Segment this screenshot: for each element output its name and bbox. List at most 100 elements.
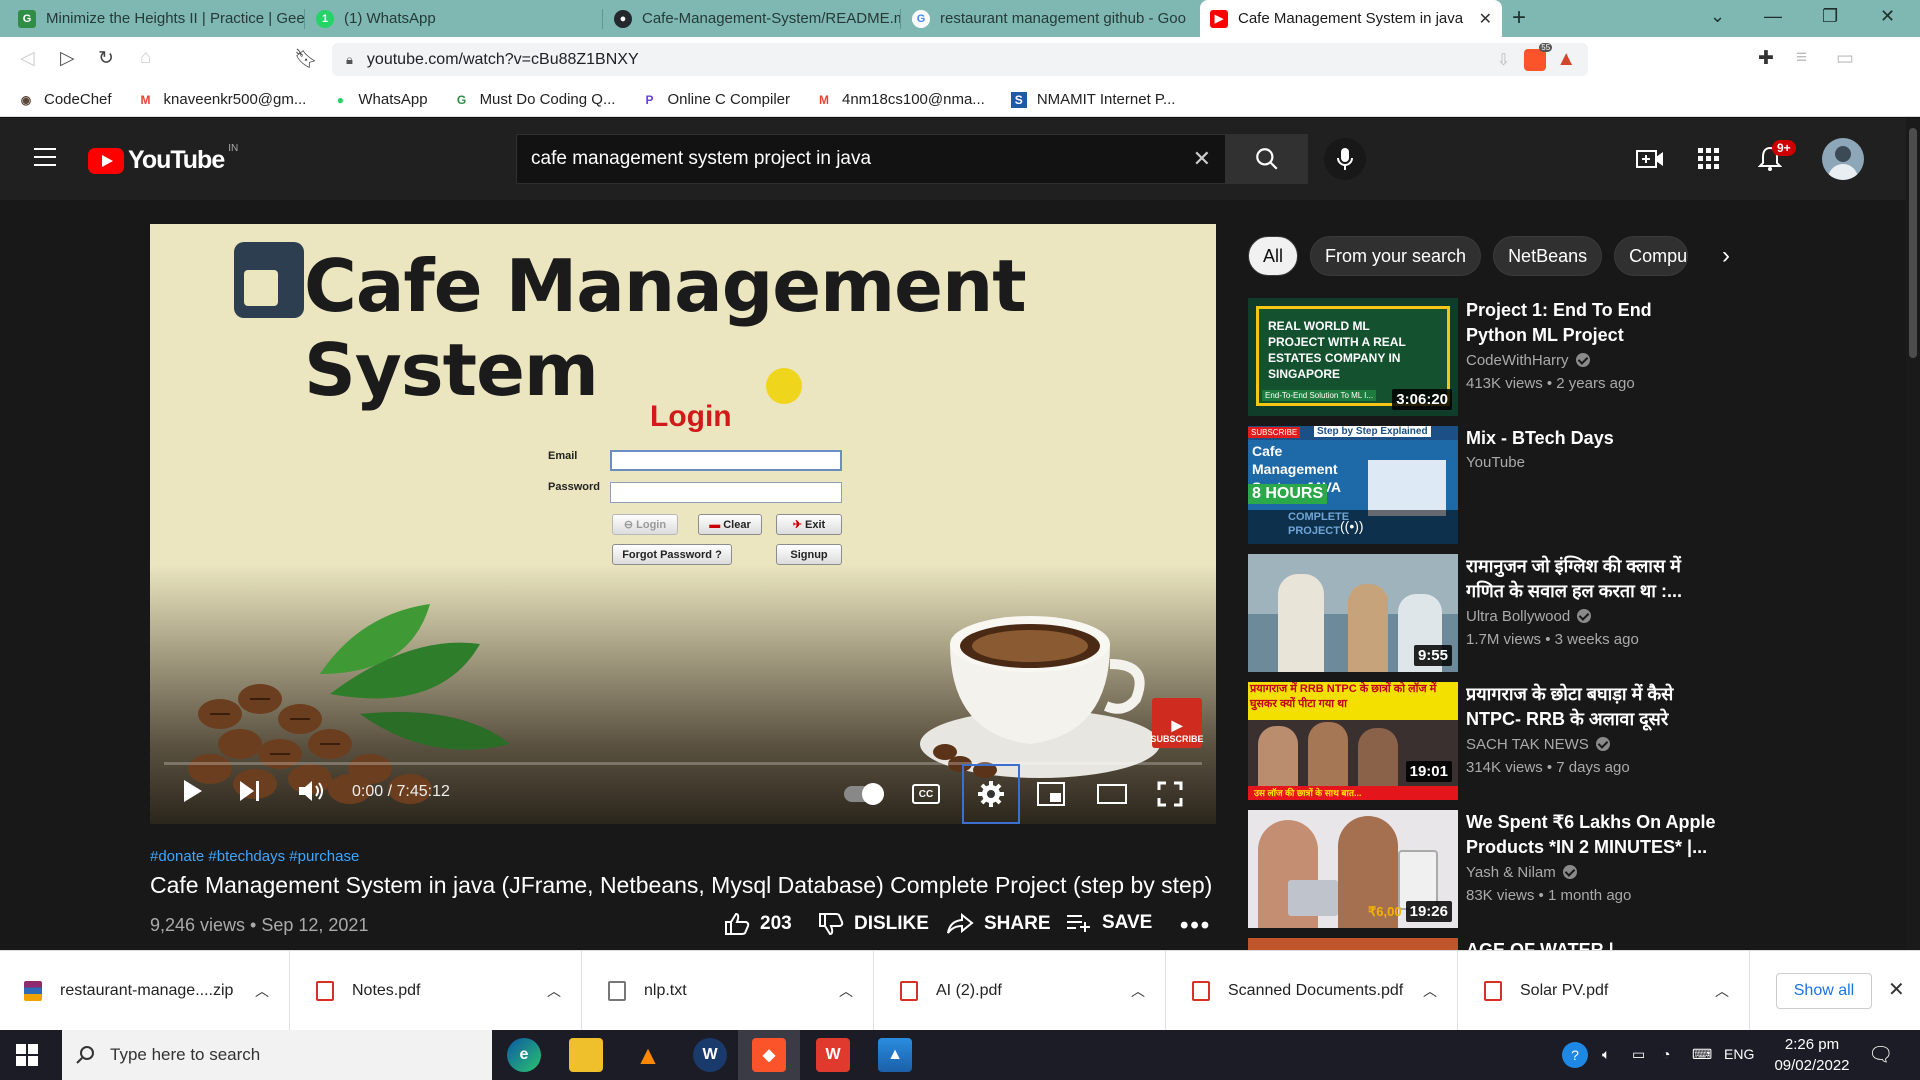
brave-rewards-icon[interactable]: ▲	[1556, 48, 1576, 71]
install-icon[interactable]: ⇩	[1497, 50, 1510, 70]
share-button[interactable]: SHARE	[946, 912, 1051, 936]
download-item[interactable]: restaurant-manage....zip ︿	[0, 951, 290, 1031]
taskbar-search-box[interactable]: Type here to search	[62, 1030, 492, 1080]
menu-icon[interactable]	[34, 148, 56, 172]
dislike-button[interactable]: DISLIKE	[818, 912, 929, 936]
back-icon[interactable]: ◁	[20, 47, 35, 70]
play-button-icon[interactable]	[178, 776, 206, 806]
close-downloads-icon[interactable]: ✕	[1888, 977, 1905, 1002]
search-button[interactable]	[1226, 134, 1308, 184]
edge-icon[interactable]: e	[507, 1038, 541, 1072]
create-video-icon[interactable]	[1636, 148, 1664, 170]
tab-google[interactable]: G restaurant management github - Goo	[902, 0, 1198, 37]
chevron-up-icon[interactable]: ︿	[1423, 981, 1437, 1001]
scrollbar-thumb[interactable]	[1909, 128, 1917, 358]
video-hashtags[interactable]: #donate #btechdays #purchase	[150, 848, 359, 865]
tab-whatsapp[interactable]: 1 (1) WhatsApp	[306, 0, 602, 37]
download-item[interactable]: nlp.txt ︿	[584, 951, 874, 1031]
photos-icon[interactable]: ▲	[878, 1038, 912, 1072]
bookmark-whatsapp[interactable]: ● WhatsApp	[332, 91, 428, 108]
save-button[interactable]: SAVE	[1066, 912, 1152, 934]
battery-icon[interactable]: ▭	[1632, 1046, 1645, 1063]
chevron-up-icon[interactable]: ︿	[1131, 981, 1145, 1001]
bookmark-nmamit[interactable]: S NMAMIT Internet P...	[1010, 91, 1175, 108]
reading-list-icon[interactable]: ≡	[1796, 47, 1807, 69]
download-item[interactable]: AI (2).pdf ︿	[876, 951, 1166, 1031]
page-scrollbar[interactable]	[1906, 118, 1920, 950]
forward-icon[interactable]: ▷	[60, 47, 75, 70]
brave-icon[interactable]: ◆	[752, 1038, 786, 1072]
theater-mode-icon[interactable]	[1096, 782, 1128, 806]
address-bar[interactable]: 🔒︎ youtube.com/watch?v=cBu88Z1BNXY ⇩ 55 …	[332, 42, 1588, 76]
app-w-icon[interactable]: W	[693, 1038, 727, 1072]
system-clock[interactable]: 2:26 pm 09/02/2022	[1770, 1034, 1854, 1076]
notification-center-icon[interactable]: 🗨︎	[1868, 1042, 1893, 1067]
apps-grid-icon[interactable]	[1698, 148, 1720, 170]
youtube-logo[interactable]: YouTube IN	[88, 143, 238, 175]
input-language[interactable]: ENG	[1724, 1046, 1754, 1062]
like-button[interactable]: 203	[724, 912, 792, 936]
tab-github[interactable]: ● Cafe-Management-System/README.m	[604, 0, 900, 37]
video-player[interactable]: Cafe Management System Login Email Passw…	[150, 224, 1216, 824]
autoplay-toggle[interactable]	[844, 783, 884, 805]
home-icon[interactable]: ⌂	[140, 47, 151, 69]
chevron-up-icon[interactable]: ︿	[1715, 981, 1729, 1001]
avatar[interactable]	[1822, 138, 1864, 180]
more-actions-icon[interactable]: •••	[1180, 912, 1211, 940]
download-item[interactable]: Solar PV.pdf ︿	[1460, 951, 1750, 1031]
volume-icon[interactable]	[296, 776, 326, 806]
subscribe-watermark[interactable]: ▶ SUBSCRIBE	[1151, 698, 1204, 748]
wallet-icon[interactable]: ▭	[1836, 47, 1854, 70]
reload-icon[interactable]: ↻	[98, 47, 114, 70]
captions-icon[interactable]: CC	[912, 784, 940, 804]
recommendation-item[interactable]: ₹6,00 19:26 We Spent ₹6 Lakhs On Apple P…	[1248, 810, 1716, 928]
help-icon[interactable]: ?	[1562, 1042, 1588, 1068]
search-input[interactable]: cafe management system project in java ✕	[516, 134, 1226, 184]
file-explorer-icon[interactable]	[569, 1038, 603, 1072]
close-tab-icon[interactable]: ✕	[1471, 9, 1492, 29]
clear-search-icon[interactable]: ✕	[1193, 146, 1211, 172]
recommendation-item[interactable]: SUBSCRIBE Step by Step Explained Cafe Ma…	[1248, 426, 1708, 544]
bookmark-gfg[interactable]: G Must Do Coding Q...	[454, 91, 616, 108]
progress-bar[interactable]	[164, 762, 1202, 765]
vlc-icon[interactable]: ▲	[631, 1038, 665, 1072]
chip-netbeans[interactable]: NetBeans	[1493, 236, 1603, 276]
bookmark-codechef[interactable]: ◉ CodeChef	[18, 91, 112, 108]
miniplayer-icon[interactable]	[1036, 780, 1066, 808]
wps-office-icon[interactable]: W	[816, 1038, 850, 1072]
chevron-right-icon[interactable]: ›	[1706, 236, 1746, 276]
tab-youtube-active[interactable]: ▶ Cafe Management System in java ✕	[1200, 0, 1502, 37]
fullscreen-icon[interactable]	[1156, 780, 1184, 808]
new-tab-button[interactable]: +	[1512, 4, 1526, 32]
windows-start-icon[interactable]	[16, 1044, 38, 1066]
settings-gear-icon[interactable]	[977, 780, 1005, 808]
bookmark-icon[interactable]: 🔖︎	[294, 47, 318, 71]
wifi-icon[interactable]: ◔	[1662, 1046, 1670, 1062]
download-item[interactable]: Notes.pdf ︿	[292, 951, 582, 1031]
bookmark-gmail-2[interactable]: M 4nm18cs100@nma...	[816, 91, 985, 108]
maximize-icon[interactable]: ❐	[1822, 6, 1838, 27]
extensions-icon[interactable]: ✚	[1758, 47, 1774, 70]
recommendation-item[interactable]: AGE OF WATER | Round2Hell |	[1248, 938, 1708, 950]
recommendation-item[interactable]: 9:55 रामानुजन जो इंग्लिश की क्लास में गण…	[1248, 554, 1708, 672]
brave-shield-icon[interactable]: 55	[1524, 42, 1553, 71]
chip-computer[interactable]: Compu	[1614, 236, 1689, 276]
download-item[interactable]: Scanned Documents.pdf ︿	[1168, 951, 1458, 1031]
voice-search-button[interactable]	[1324, 138, 1366, 180]
recommendation-item[interactable]: REAL WORLD ML PROJECT WITH A REAL ESTATE…	[1248, 298, 1708, 416]
chip-from-your-search[interactable]: From your search	[1310, 236, 1482, 276]
chevron-up-icon[interactable]: ︿	[547, 981, 561, 1001]
chevron-up-icon[interactable]: ︿	[255, 981, 269, 1001]
minimize-icon[interactable]: —	[1764, 6, 1782, 27]
chevron-up-icon[interactable]: ︿	[839, 981, 853, 1001]
next-video-icon[interactable]	[236, 776, 264, 806]
bookmark-gmail-1[interactable]: Mknaveenkr500@gm...	[138, 91, 307, 108]
bookmark-compiler[interactable]: P Online C Compiler	[641, 91, 790, 108]
tab-gfg[interactable]: G Minimize the Heights II | Practice | G…	[8, 0, 304, 37]
show-all-downloads-button[interactable]: Show all	[1776, 973, 1872, 1009]
volume-icon[interactable]: 🔈︎	[1602, 1046, 1610, 1063]
chip-all[interactable]: All	[1248, 236, 1299, 276]
tab-search-icon[interactable]: ⌄	[1710, 6, 1725, 27]
recommendation-item[interactable]: प्रयागराज में RRB NTPC के छात्रों को लॉज…	[1248, 682, 1708, 800]
close-window-icon[interactable]: ✕	[1880, 6, 1895, 27]
